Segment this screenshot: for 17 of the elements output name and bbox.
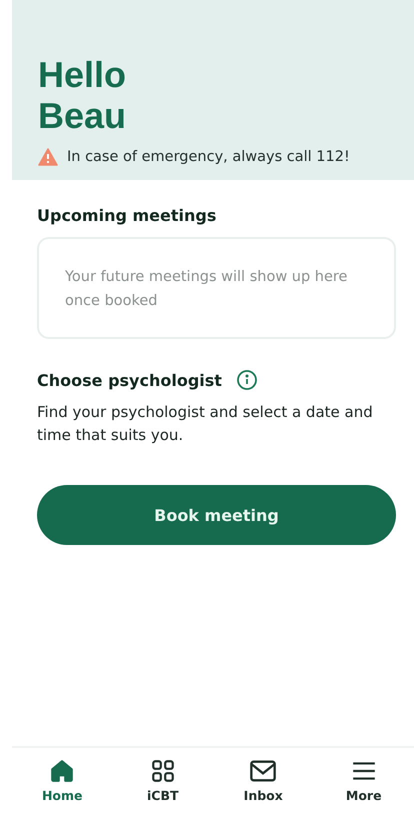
empty-meetings-card: Your future meetings will show up here once booked: [37, 237, 396, 339]
nav-tab[interactable]: Home: [12, 758, 112, 812]
info-icon[interactable]: [236, 369, 258, 391]
greeting-title: Beau: [38, 95, 126, 136]
warning-icon: [38, 148, 58, 166]
home-icon: [49, 758, 76, 784]
greeting-title: Hello: [38, 54, 126, 95]
book-meeting-button[interactable]: Book meeting: [37, 485, 396, 545]
section-title: Upcoming meetings: [37, 206, 218, 225]
grid-icon: [150, 758, 176, 784]
emergency-text: In case of emergency, always call 112!: [67, 149, 350, 165]
nav-tab[interactable]: Inbox: [213, 758, 314, 812]
section-title: Choose psychologist: [37, 370, 222, 390]
nav-tab[interactable]: More: [314, 758, 414, 812]
nav-tab[interactable]: iCBT: [112, 758, 213, 812]
mail-icon: [249, 758, 278, 784]
description-text: Find your psychologist and select a date and time that suits you.: [37, 402, 374, 446]
